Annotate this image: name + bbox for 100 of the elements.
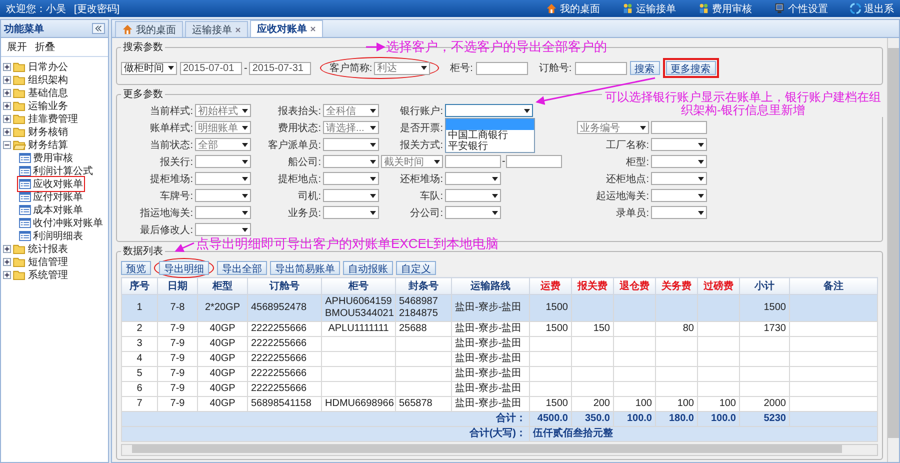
dropdown[interactable] — [323, 172, 379, 185]
expand-icon[interactable] — [3, 128, 11, 136]
top-nav-link[interactable]: 个性设置 — [774, 2, 828, 16]
collapse-button[interactable] — [92, 23, 105, 34]
input-field[interactable] — [574, 62, 627, 74]
change-password-link[interactable]: [更改密码] — [74, 2, 120, 16]
dropdown[interactable]: 请选择... — [323, 121, 379, 134]
tab[interactable]: 我的桌面 — [115, 21, 183, 37]
table-row[interactable]: 4 7-9 40GP 2222255666 盐田-寮步-盐田 — [122, 352, 878, 366]
total-cell: 350.0 — [572, 412, 614, 426]
menu-item[interactable]: 财务核销 — [28, 124, 68, 138]
toolbar-button[interactable]: 导出全部 — [217, 260, 267, 274]
dropdown[interactable]: 明细账单 — [195, 121, 251, 134]
menu-item[interactable]: 利润计算公式 — [33, 164, 93, 178]
date-field[interactable] — [506, 155, 562, 168]
menu-item[interactable]: 短信管理 — [28, 254, 68, 268]
toolbar-button[interactable]: 预览 — [121, 260, 151, 274]
dropdown[interactable] — [651, 206, 707, 219]
dropdown-option[interactable]: 平安银行 — [446, 140, 534, 152]
menu-item[interactable]: 基础信息 — [28, 86, 68, 100]
table-row[interactable]: 5 7-9 40GP 2222255666 盐田-寮步-盐田 — [122, 366, 878, 382]
expand-icon[interactable] — [3, 244, 11, 252]
close-icon[interactable] — [235, 26, 241, 32]
date-field[interactable] — [445, 155, 501, 168]
menu-item[interactable]: 统计报表 — [28, 242, 68, 256]
table-row[interactable]: 3 7-9 40GP 2222255666 盐田-寮步-盐田 — [122, 336, 878, 352]
menu-item[interactable]: 挂靠费管理 — [28, 112, 78, 126]
sidebar-action-link[interactable]: 折叠 — [35, 40, 55, 54]
toolbar-button[interactable]: 导出简易账单 — [270, 260, 340, 274]
dropdown[interactable]: 全科信 — [323, 104, 379, 117]
sidebar-action-link[interactable]: 展开 — [7, 40, 27, 54]
field-label: 当前状态: — [149, 138, 193, 152]
dropdown[interactable] — [323, 189, 379, 202]
menu-item[interactable]: 组织架构 — [28, 72, 68, 86]
dropdown[interactable]: 截关时间 — [381, 155, 443, 168]
table-cell: 盐田-寮步-盐田 — [452, 336, 530, 352]
expand-icon[interactable] — [3, 102, 11, 110]
menu-item[interactable]: 财务结算 — [28, 138, 68, 152]
date-field[interactable]: 2015-07-01 — [180, 62, 242, 74]
dropdown[interactable]: 业务编号 — [577, 121, 649, 134]
expand-icon[interactable] — [3, 270, 11, 278]
table-row[interactable]: 1 7-8 2*20GP 4568952478 APHU6064159 BMOU5344021 5468987 2184875 盐田-寮步-盐田 1500 1500 — [122, 294, 878, 322]
dropdown[interactable] — [651, 138, 707, 151]
dropdown[interactable] — [445, 189, 501, 202]
top-nav-link[interactable]: 运输接单 — [622, 2, 676, 16]
expand-icon[interactable] — [3, 76, 11, 84]
dropdown[interactable] — [445, 104, 533, 117]
dropdown[interactable] — [651, 189, 707, 202]
menu-item[interactable]: 应付对账单 — [33, 190, 83, 204]
toolbar-button[interactable]: 导出明细 — [159, 260, 209, 274]
menu-item[interactable]: 成本对账单 — [33, 202, 83, 216]
expand-icon[interactable] — [3, 258, 11, 266]
search-button[interactable]: 更多搜索 — [666, 61, 716, 75]
dropdown[interactable] — [445, 172, 501, 185]
dropdown[interactable] — [195, 189, 251, 202]
field-label: 工厂名称: — [605, 138, 649, 152]
date-field[interactable]: 2015-07-31 — [249, 62, 312, 74]
horizontal-scrollbar[interactable] — [121, 444, 878, 456]
dropdown[interactable] — [323, 155, 379, 168]
table-row[interactable]: 6 7-9 40GP 2222255666 盐田-寮步-盐田 — [122, 382, 878, 396]
menu-item[interactable]: 利润明细表 — [33, 228, 83, 242]
menu-item[interactable]: 应收对账单 — [33, 176, 83, 190]
toolbar-button[interactable]: 自动报账 — [343, 260, 393, 274]
close-icon[interactable] — [310, 26, 316, 32]
dropdown[interactable] — [195, 155, 251, 168]
dropdown[interactable] — [195, 223, 251, 236]
dropdown[interactable] — [323, 206, 379, 219]
menu-item[interactable]: 费用审核 — [33, 150, 73, 164]
top-nav-link[interactable]: 我的桌面 — [546, 2, 600, 16]
dropdown[interactable] — [195, 172, 251, 185]
dropdown[interactable] — [445, 206, 501, 219]
menu-item[interactable]: 收付冲账对账单 — [33, 216, 103, 230]
vertical-scrollbar[interactable] — [887, 38, 899, 462]
expand-icon[interactable] — [3, 88, 11, 96]
search-button[interactable]: 搜索 — [630, 61, 660, 75]
dropdown-option[interactable]: 中国工商银行 — [446, 130, 534, 140]
top-nav-link[interactable]: 退出系 — [850, 2, 894, 16]
dropdown[interactable]: 利达 — [374, 62, 430, 74]
tab[interactable]: 运输接单 — [185, 21, 248, 37]
menu-item[interactable]: 运输业务 — [28, 98, 68, 112]
top-nav-link[interactable]: 费用审核 — [698, 2, 752, 16]
dropdown[interactable] — [651, 155, 707, 168]
toolbar-button[interactable]: 自定义 — [396, 260, 436, 274]
collapse-icon[interactable] — [3, 140, 11, 148]
dropdown[interactable]: 做柜时间 — [121, 62, 177, 74]
dropdown[interactable] — [195, 206, 251, 219]
input-field[interactable] — [651, 121, 707, 134]
table-cell: APHU6064159 BMOU5344021 — [322, 294, 396, 322]
expand-icon[interactable] — [3, 62, 11, 70]
tab[interactable]: 应收对账单 — [250, 20, 323, 37]
dropdown[interactable] — [651, 172, 707, 185]
list-icon — [19, 166, 31, 176]
menu-item[interactable]: 日常办公 — [28, 60, 68, 74]
input-field[interactable] — [476, 62, 528, 74]
dropdown[interactable] — [323, 138, 379, 151]
dropdown[interactable]: 全部 — [195, 138, 251, 151]
table-row[interactable]: 2 7-9 40GP 2222255666 APLU1111111 25688 盐田-寮步-盐田 1500 150 80 1730 — [122, 322, 878, 336]
expand-icon[interactable] — [3, 114, 11, 122]
menu-item[interactable]: 系统管理 — [28, 268, 68, 282]
dropdown[interactable]: 初始样式 — [195, 104, 251, 117]
